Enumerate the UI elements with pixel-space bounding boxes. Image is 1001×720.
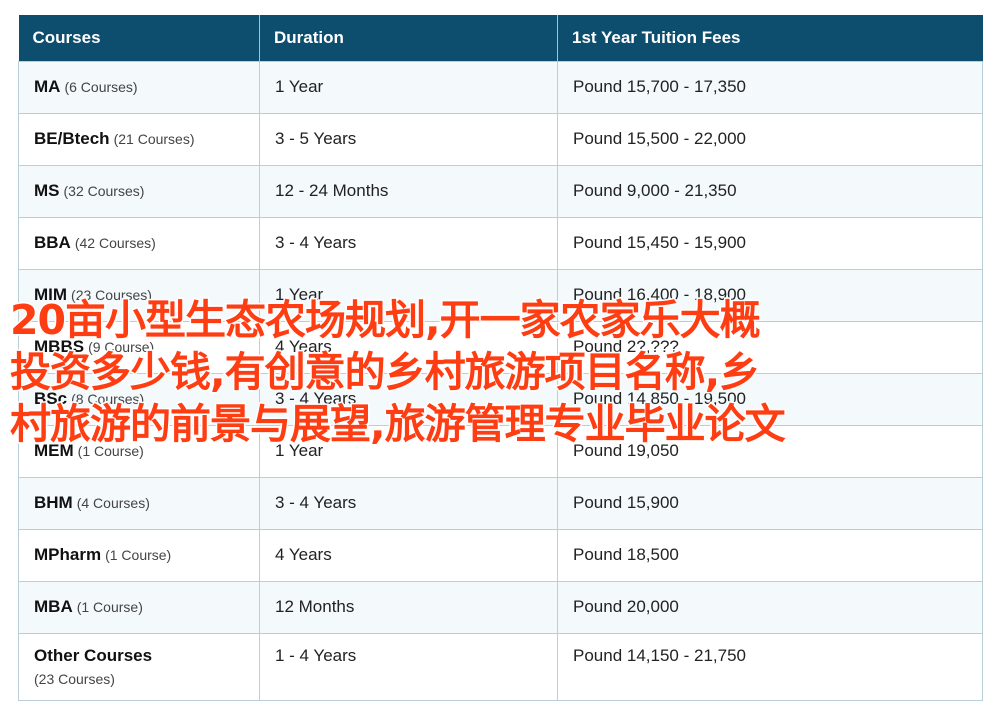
- overlay-line: 村旅游的前景与展望,旅游管理专业毕业论文: [9, 399, 788, 450]
- overlay-line: 投资多少钱,有创意的乡村旅游项目名称,乡: [9, 347, 762, 398]
- page: Courses Duration 1st Year Tuition Fees M…: [0, 0, 1001, 720]
- duration-cell: 3 - 4 Years: [259, 476, 558, 530]
- course-cell: MBA (1 Course): [18, 580, 260, 634]
- table-row: BE/Btech (21 Courses) 3 - 5 Years Pound 1…: [18, 112, 983, 166]
- fees-cell: Pound 15,900: [557, 476, 983, 530]
- duration-cell: 1 - 4 Years: [259, 632, 558, 701]
- course-cell: Other Courses (23 Courses): [18, 632, 260, 701]
- overlay-line: 20亩小型生态农场规划,开一家农家乐大概: [9, 295, 763, 346]
- fees-cell: Pound 20,000: [557, 580, 983, 634]
- course-name: BE/Btech: [34, 129, 110, 148]
- watermark-overlay-text: 20亩小型生态农场规划,开一家农家乐大概 投资多少钱,有创意的乡村旅游项目名称,…: [9, 294, 960, 450]
- course-count: (32 Courses): [63, 183, 145, 199]
- course-cell: BHM (4 Courses): [18, 476, 260, 530]
- table-row: Other Courses (23 Courses) 1 - 4 Years Po…: [18, 632, 983, 701]
- table-row: MPharm (1 Course) 4 Years Pound 18,500: [18, 528, 983, 582]
- course-count: (23 Courses): [34, 670, 115, 687]
- fees-cell: Pound 15,700 - 17,350: [557, 60, 983, 114]
- fees-cell: Pound 15,500 - 22,000: [557, 112, 983, 166]
- duration-cell: 4 Years: [259, 528, 558, 582]
- course-count: (4 Courses): [76, 495, 150, 511]
- course-count: (42 Courses): [74, 235, 156, 251]
- course-cell: BBA (42 Courses): [18, 216, 260, 270]
- course-name: Other Courses: [34, 645, 153, 665]
- course-name: BHM: [34, 493, 73, 512]
- course-count: (21 Courses): [113, 131, 195, 147]
- duration-cell: 3 - 5 Years: [259, 112, 558, 166]
- course-name: BBA: [34, 233, 71, 252]
- course-count: (1 Course): [105, 547, 172, 563]
- course-count: (6 Courses): [64, 79, 138, 95]
- table-row: MBA (1 Course) 12 Months Pound 20,000: [18, 580, 983, 634]
- course-name: MPharm: [34, 545, 102, 564]
- header-duration: Duration: [259, 15, 558, 61]
- header-courses: Courses: [18, 15, 260, 61]
- course-cell: MS (32 Courses): [18, 164, 260, 218]
- fees-cell: Pound 9,000 - 21,350: [557, 164, 983, 218]
- course-name: MS: [34, 181, 60, 200]
- duration-cell: 1 Year: [259, 60, 558, 114]
- course-count: (1 Course): [76, 599, 143, 615]
- table-row: BHM (4 Courses) 3 - 4 Years Pound 15,900: [18, 476, 983, 530]
- course-name: MA: [34, 77, 61, 96]
- course-cell: MA (6 Courses): [18, 60, 260, 114]
- table-row: MS (32 Courses) 12 - 24 Months Pound 9,00…: [18, 164, 983, 218]
- fees-cell: Pound 15,450 - 15,900: [557, 216, 983, 270]
- header-tuition-fees: 1st Year Tuition Fees: [557, 15, 983, 61]
- table-row: MA (6 Courses) 1 Year Pound 15,700 - 17,3…: [18, 60, 983, 114]
- fees-cell: Pound 14,150 - 21,750: [557, 632, 983, 701]
- table-header-row: Courses Duration 1st Year Tuition Fees: [18, 15, 983, 61]
- course-name: MBA: [34, 597, 73, 616]
- duration-cell: 12 Months: [259, 580, 558, 634]
- course-cell: BE/Btech (21 Courses): [18, 112, 260, 166]
- duration-cell: 12 - 24 Months: [259, 164, 558, 218]
- course-cell: MPharm (1 Course): [18, 528, 260, 582]
- fees-cell: Pound 18,500: [557, 528, 983, 582]
- duration-cell: 3 - 4 Years: [259, 216, 558, 270]
- table-row: BBA (42 Courses) 3 - 4 Years Pound 15,450…: [18, 216, 983, 270]
